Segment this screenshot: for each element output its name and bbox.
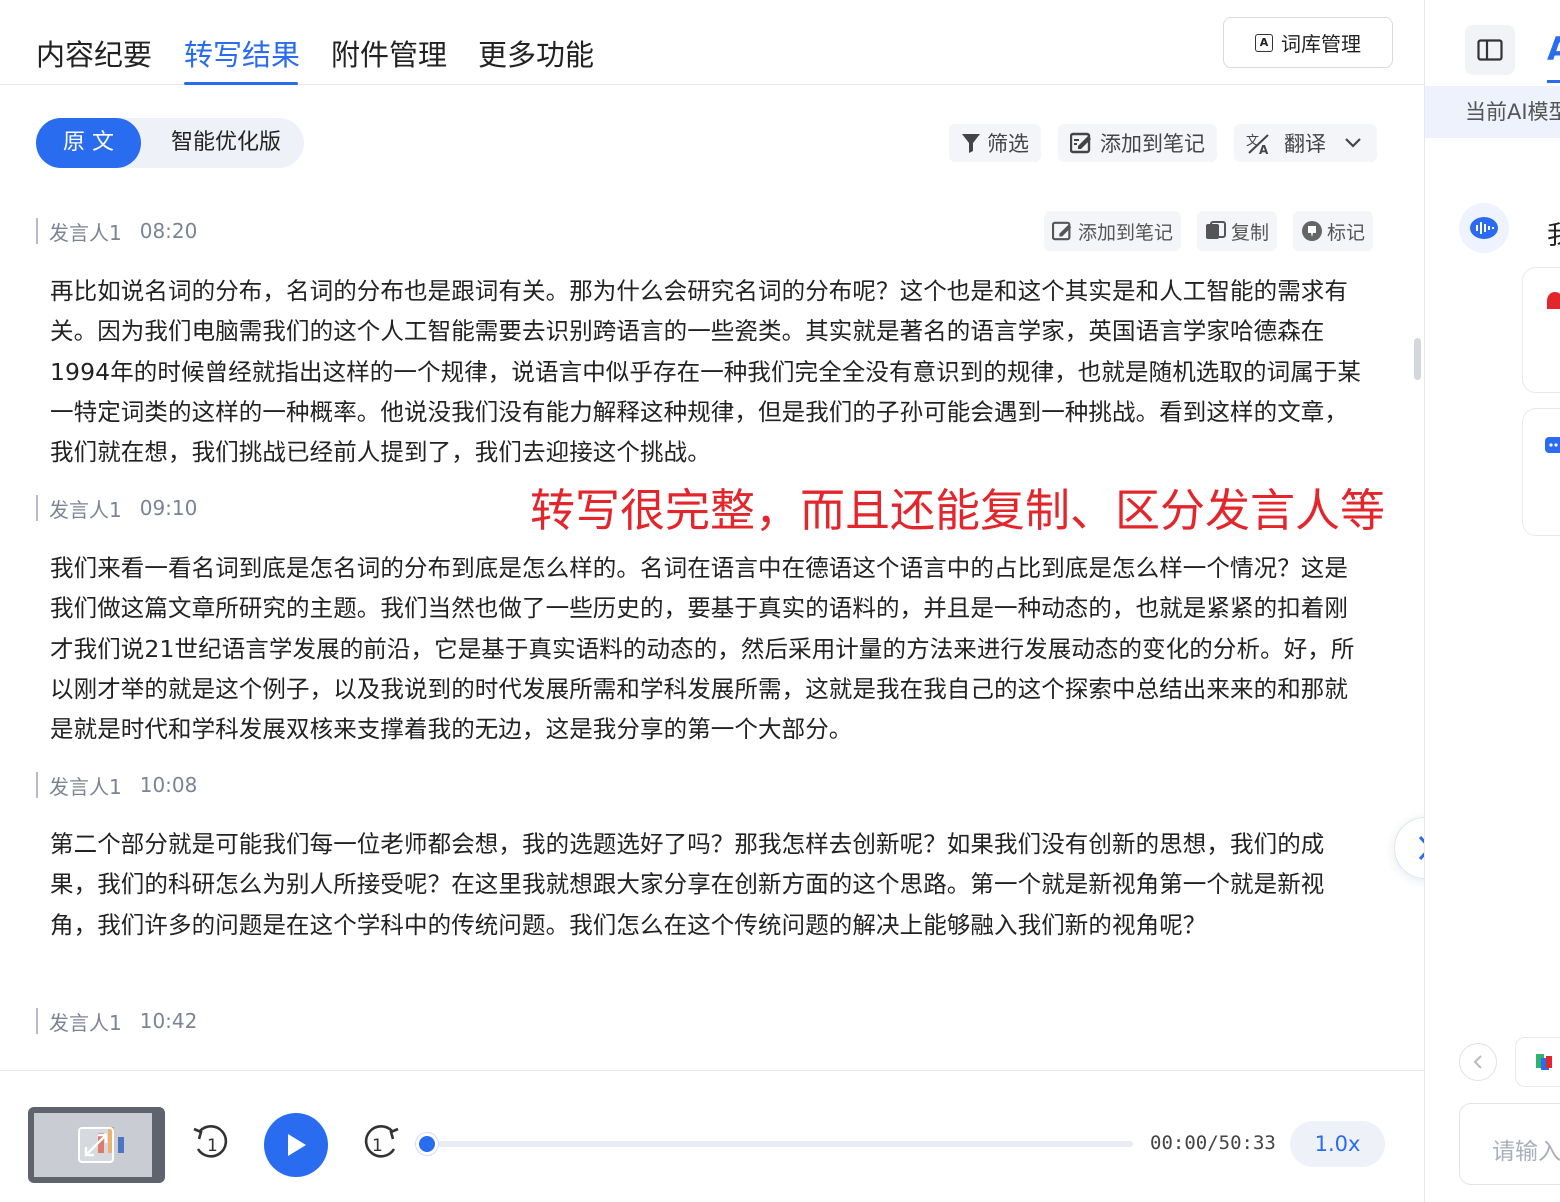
ai-chat-input[interactable]: 请输入: [1459, 1103, 1560, 1185]
scrollbar-thumb[interactable]: [1414, 338, 1421, 380]
mark-flag-icon: [1302, 221, 1322, 241]
segment-text: [50, 1060, 1362, 1070]
segment-text: 第二个部分就是可能我们每一位老师都会想，我的选题选好了吗？那我怎样去创新呢？如果…: [50, 830, 1325, 939]
play-button[interactable]: [264, 1113, 328, 1177]
chevron-left-icon: [1473, 1055, 1482, 1069]
svg-text:文: 文: [1246, 134, 1259, 149]
svg-text:1: 1: [372, 1136, 383, 1156]
books-icon: [1536, 1054, 1552, 1070]
ai-side-panel: A 当前AI模型 我 请输入: [1424, 0, 1560, 1202]
ai-panel-tab-indicator: [1547, 80, 1560, 83]
note-edit-icon: [1052, 221, 1072, 241]
tab-more-features[interactable]: 更多功能: [478, 32, 594, 74]
ai-panel-tab[interactable]: A: [1547, 30, 1560, 68]
svg-text:1: 1: [207, 1136, 218, 1156]
current-time: 00:00: [1150, 1132, 1208, 1154]
tab-attachments[interactable]: 附件管理: [331, 32, 447, 74]
ai-assistant-avatar: [1459, 203, 1509, 253]
time-readout: 00:00/50:33: [1150, 1132, 1276, 1154]
segment-timestamp[interactable]: 08:20: [140, 219, 198, 243]
segment-timestamp[interactable]: 10:08: [140, 773, 198, 797]
toggle-layout-button[interactable]: [1465, 25, 1515, 75]
tab-summary[interactable]: 内容纪要: [36, 32, 152, 74]
expand-icon: [78, 1127, 114, 1163]
forward-icon: 1: [364, 1125, 399, 1158]
ai-suggestion-card[interactable]: [1522, 267, 1560, 393]
chat-bubble-icon: [1545, 437, 1560, 453]
funnel-icon: [962, 134, 980, 153]
segment-header: 发言人1 10:42: [36, 1008, 198, 1035]
translate-icon: 文A: [1246, 134, 1269, 155]
version-toggle: 原 文 智能优化版: [36, 118, 304, 168]
ai-quick-chip[interactable]: [1515, 1037, 1560, 1087]
segment-add-to-notes-button[interactable]: 添加到笔记: [1044, 211, 1182, 251]
active-tab-indicator: [184, 82, 298, 85]
segment-header: 发言人1 10:08: [36, 772, 198, 799]
segment-text: 再比如说名词的分布，名词的分布也是跟词有关。那为什么会研究名词的分布呢？这个也是…: [50, 277, 1362, 467]
segment-header: 发言人1 08:20: [36, 218, 198, 245]
a-letter-box-icon: A: [1255, 33, 1273, 52]
rewind-icon: 1: [193, 1125, 228, 1158]
thumbnail-bar: [118, 1137, 124, 1153]
add-to-notes-label: 添加到笔记: [1100, 132, 1205, 156]
ai-suggestion-card[interactable]: [1522, 408, 1560, 536]
translate-label: 翻译: [1284, 132, 1326, 156]
ai-greeting: 我: [1547, 215, 1560, 252]
speaker-name: 发言人1: [49, 774, 122, 799]
speaker-name: 发言人1: [49, 1010, 122, 1035]
segment-add-to-notes-label: 添加到笔记: [1078, 221, 1174, 244]
lexicon-management-button[interactable]: A 词库管理: [1223, 17, 1393, 68]
segment-timestamp[interactable]: 10:42: [140, 1009, 198, 1033]
speaker-name: 发言人1: [49, 497, 122, 522]
transcript-main: 内容纪要 转写结果 附件管理 更多功能 A 词库管理 原 文 智能优化版 筛选 …: [0, 0, 1424, 1202]
video-thumbnail[interactable]: [28, 1107, 165, 1183]
segment-mark-label: 标记: [1327, 221, 1366, 244]
play-icon: [288, 1134, 306, 1156]
translate-dropdown[interactable]: 文A 翻译: [1234, 124, 1377, 162]
time-separator: /: [1207, 1132, 1219, 1154]
tab-transcript[interactable]: 转写结果: [184, 32, 300, 74]
forward-button[interactable]: 1: [358, 1121, 402, 1165]
copy-icon: [1206, 221, 1226, 239]
rewind-button[interactable]: 1: [190, 1121, 234, 1165]
sidebar-layout-icon: [1477, 39, 1503, 61]
smart-optimized-option[interactable]: 智能优化版: [156, 118, 296, 168]
speaker-name: 发言人1: [49, 220, 122, 245]
add-to-notes-button[interactable]: 添加到笔记: [1058, 124, 1217, 162]
filter-label: 筛选: [987, 132, 1029, 156]
segment-copy-button[interactable]: 复制: [1197, 211, 1278, 251]
playback-speed-button[interactable]: 1.0x: [1290, 1121, 1385, 1167]
filter-button[interactable]: 筛选: [949, 124, 1041, 162]
note-edit-icon: [1070, 132, 1091, 154]
progress-track[interactable]: [427, 1141, 1133, 1147]
total-time: 50:33: [1218, 1132, 1276, 1154]
segment-mark-button[interactable]: 标记: [1293, 211, 1374, 251]
waveform-icon: [1470, 217, 1498, 239]
annotation-overlay: 转写很完整，而且还能复制、区分发言人等: [530, 484, 1386, 537]
expand-panel-button[interactable]: [1394, 817, 1424, 879]
top-tab-bar: 内容纪要 转写结果 附件管理 更多功能 A 词库管理: [0, 0, 1424, 85]
original-text-option[interactable]: 原 文: [36, 118, 141, 168]
ai-model-banner: 当前AI模型: [1425, 86, 1560, 138]
progress-knob[interactable]: [416, 1133, 438, 1155]
ai-prev-button[interactable]: [1459, 1043, 1497, 1081]
chevron-right-icon: [1418, 835, 1424, 861]
segment-text: 我们来看一看名词到底是怎名词的分布到底是怎么样的。名词在语言中在德语这个语言中的…: [50, 554, 1355, 744]
lexicon-management-label: 词库管理: [1281, 32, 1361, 56]
alarm-bell-icon: [1547, 292, 1560, 309]
chevron-down-icon: [1345, 138, 1361, 148]
segment-header: 发言人1 09:10: [36, 495, 198, 522]
svg-text:A: A: [1259, 143, 1269, 155]
segment-copy-label: 复制: [1231, 221, 1270, 244]
segment-timestamp[interactable]: 09:10: [140, 496, 198, 520]
